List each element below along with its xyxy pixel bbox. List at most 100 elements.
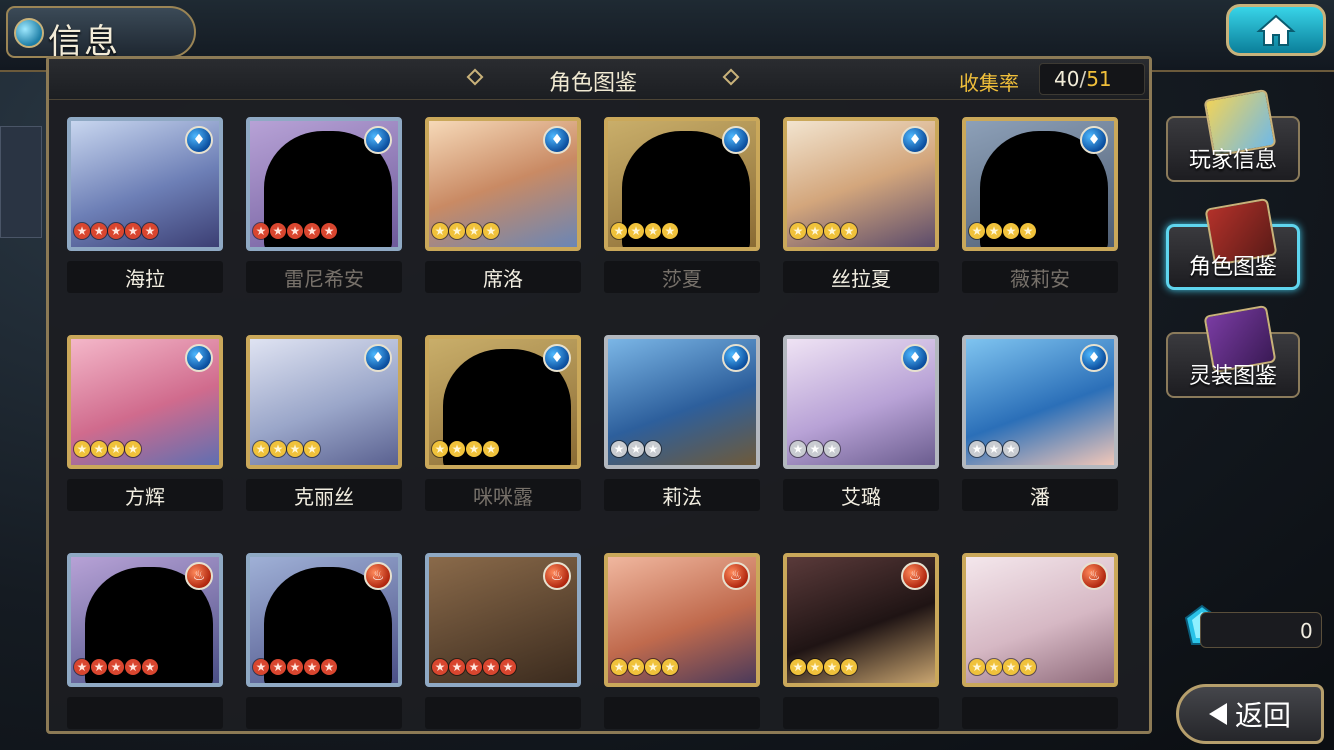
back-button[interactable]: 返回	[1176, 684, 1324, 744]
star-icon: ★	[500, 659, 516, 675]
character-name: 方辉	[67, 479, 223, 511]
water-drop-icon: ♦	[901, 126, 929, 154]
collection-current: 40	[1054, 67, 1080, 91]
character-card[interactable]: ♨ ★ ★ ★ ★ ★	[67, 553, 225, 729]
star-icon: ★	[824, 659, 840, 675]
star-icon: ★	[645, 659, 661, 675]
star-icon: ★	[91, 659, 107, 675]
character-name: 莉法	[604, 479, 760, 511]
character-name	[67, 697, 223, 729]
character-card[interactable]: ♦ ★ ★ ★ ★ ★ 海拉	[67, 117, 225, 293]
character-portrait: ♨ ★ ★ ★ ★	[604, 553, 760, 687]
star-icon: ★	[824, 441, 840, 457]
character-name: 潘	[962, 479, 1118, 511]
collection-total: 51	[1086, 67, 1112, 91]
star-rating: ★ ★ ★ ★ ★	[432, 659, 516, 679]
star-icon: ★	[611, 441, 627, 457]
character-name	[783, 697, 939, 729]
star-icon: ★	[74, 223, 90, 239]
water-drop-icon: ♦	[722, 344, 750, 372]
character-card[interactable]: ♦ ★ ★ ★ ★ 咪咪露	[425, 335, 583, 511]
character-name: 席洛	[425, 261, 581, 293]
character-card[interactable]: ♦ ★ ★ ★ ★ 克丽丝	[246, 335, 404, 511]
character-portrait: ♨ ★ ★ ★ ★ ★	[67, 553, 223, 687]
star-icon: ★	[790, 659, 806, 675]
star-icon: ★	[611, 659, 627, 675]
star-rating: ★ ★ ★ ★	[432, 441, 499, 461]
character-portrait: ♦ ★ ★ ★	[604, 335, 760, 469]
character-name	[604, 697, 760, 729]
equipment-codex-button[interactable]: 灵装图鉴	[1166, 304, 1300, 398]
character-card[interactable]: ♦ ★ ★ ★ 艾璐	[783, 335, 941, 511]
character-name: 雷尼希安	[246, 261, 402, 293]
character-card[interactable]: ♨ ★ ★ ★ ★	[962, 553, 1120, 729]
star-icon: ★	[986, 441, 1002, 457]
star-icon: ★	[466, 441, 482, 457]
character-name: 丝拉夏	[783, 261, 939, 293]
star-icon: ★	[91, 441, 107, 457]
character-card[interactable]: ♦ ★ ★ ★ ★ ★ 雷尼希安	[246, 117, 404, 293]
water-drop-icon: ♦	[543, 344, 571, 372]
character-card[interactable]: ♦ ★ ★ ★ ★ 席洛	[425, 117, 583, 293]
star-icon: ★	[449, 441, 465, 457]
ornament-icon	[466, 68, 484, 86]
character-card[interactable]: ♦ ★ ★ ★ 莉法	[604, 335, 762, 511]
star-rating: ★ ★ ★ ★ ★	[253, 223, 337, 243]
star-rating: ★ ★ ★ ★ ★	[253, 659, 337, 679]
star-icon: ★	[253, 223, 269, 239]
character-card[interactable]: ♦ ★ ★ ★ 潘	[962, 335, 1120, 511]
star-icon: ★	[125, 659, 141, 675]
fire-icon: ♨	[364, 562, 392, 590]
star-icon: ★	[304, 223, 320, 239]
star-rating: ★ ★ ★	[790, 441, 840, 461]
star-rating: ★ ★ ★ ★	[611, 223, 678, 243]
fire-icon: ♨	[543, 562, 571, 590]
character-card[interactable]: ♨ ★ ★ ★ ★	[604, 553, 762, 729]
star-icon: ★	[662, 659, 678, 675]
star-icon: ★	[432, 441, 448, 457]
water-drop-icon: ♦	[185, 344, 213, 372]
home-icon	[1256, 14, 1296, 46]
star-rating: ★ ★ ★ ★ ★	[74, 659, 158, 679]
star-icon: ★	[142, 223, 158, 239]
star-icon: ★	[1020, 659, 1036, 675]
star-icon: ★	[125, 223, 141, 239]
character-portrait: ♦ ★ ★ ★	[962, 335, 1118, 469]
star-icon: ★	[645, 223, 661, 239]
star-icon: ★	[108, 659, 124, 675]
character-portrait: ♦ ★ ★ ★ ★	[67, 335, 223, 469]
star-icon: ★	[304, 659, 320, 675]
character-card[interactable]: ♦ ★ ★ ★ ★ 莎夏	[604, 117, 762, 293]
star-icon: ★	[287, 223, 303, 239]
character-portrait: ♨ ★ ★ ★ ★	[962, 553, 1118, 687]
character-codex-label: 角色图鉴	[1188, 255, 1277, 280]
panel-title: 角色图鉴	[549, 71, 638, 96]
star-icon: ★	[483, 659, 499, 675]
back-label: 返回	[1234, 699, 1291, 732]
water-drop-icon: ♦	[722, 126, 750, 154]
character-card[interactable]: ♦ ★ ★ ★ ★ 方辉	[67, 335, 225, 511]
star-icon: ★	[321, 659, 337, 675]
character-portrait: ♦ ★ ★ ★ ★	[425, 117, 581, 251]
character-portrait: ♨ ★ ★ ★ ★	[783, 553, 939, 687]
star-icon: ★	[645, 441, 661, 457]
star-icon: ★	[807, 223, 823, 239]
star-icon: ★	[969, 223, 985, 239]
character-card[interactable]: ♦ ★ ★ ★ ★ 薇莉安	[962, 117, 1120, 293]
character-card[interactable]: ♨ ★ ★ ★ ★ ★	[246, 553, 404, 729]
character-name: 艾璐	[783, 479, 939, 511]
star-icon: ★	[270, 441, 286, 457]
character-card[interactable]: ♨ ★ ★ ★ ★	[783, 553, 941, 729]
home-button[interactable]	[1226, 4, 1326, 56]
character-codex-button[interactable]: 角色图鉴	[1166, 197, 1300, 290]
star-icon: ★	[432, 223, 448, 239]
star-icon: ★	[287, 441, 303, 457]
character-card[interactable]: ♦ ★ ★ ★ ★ 丝拉夏	[783, 117, 941, 293]
star-icon: ★	[253, 441, 269, 457]
fire-icon: ♨	[185, 562, 213, 590]
star-icon: ★	[986, 223, 1002, 239]
star-rating: ★ ★ ★ ★ ★	[74, 223, 158, 243]
character-card[interactable]: ♨ ★ ★ ★ ★ ★	[425, 553, 583, 729]
player-info-button[interactable]: 玩家信息	[1166, 88, 1300, 182]
star-rating: ★ ★ ★ ★	[611, 659, 678, 679]
